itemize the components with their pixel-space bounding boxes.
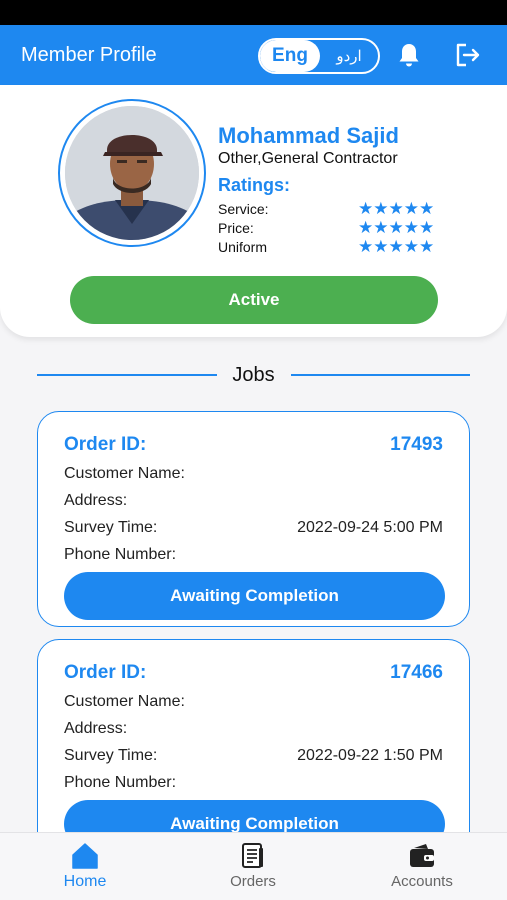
lang-urdu-option[interactable]: اردو	[320, 40, 378, 72]
orders-icon	[242, 843, 263, 868]
member-role: Other,General Contractor	[218, 150, 398, 167]
survey-time-value: 2022-09-24 5:00 PM	[297, 519, 443, 536]
phone-number-label: Phone Number:	[64, 774, 177, 791]
awaiting-completion-button[interactable]: Awaiting Completion	[64, 572, 445, 620]
bell-icon	[399, 44, 419, 67]
rating-row-uniform: Uniform ★★★★★	[218, 237, 450, 258]
notifications-button[interactable]	[397, 42, 421, 68]
rating-label: Service:	[218, 201, 269, 217]
star-rating: ★★★★★	[358, 237, 435, 256]
wallet-icon	[410, 844, 434, 867]
customer-name-label: Customer Name:	[64, 693, 185, 710]
nav-item-accounts[interactable]: Accounts	[362, 833, 482, 900]
jobs-title: Jobs	[220, 364, 287, 386]
profile-card: Mohammad Sajid Other,General Contractor …	[0, 85, 507, 337]
order-id-label: Order ID:	[64, 434, 147, 455]
ratings-title: Ratings:	[218, 175, 290, 195]
rating-label: Uniform	[218, 239, 268, 255]
avatar-frame	[58, 99, 206, 247]
address-label: Address:	[64, 720, 128, 737]
order-id-label: Order ID:	[64, 662, 147, 683]
page-title: Member Profile	[21, 44, 157, 66]
logout-icon	[456, 43, 480, 67]
star-rating: ★★★★★	[358, 199, 435, 218]
bottom-nav: Home Orders Accounts	[0, 832, 507, 900]
rating-label: Price:	[218, 220, 254, 236]
language-toggle[interactable]: Eng اردو	[258, 38, 380, 74]
home-icon	[72, 843, 98, 869]
nav-label-orders: Orders	[230, 873, 276, 890]
nav-label-home: Home	[63, 873, 107, 890]
app-bar: Member Profile Eng اردو	[0, 25, 507, 85]
status-bar	[0, 0, 507, 25]
logout-button[interactable]	[455, 42, 481, 68]
job-card[interactable]: Order ID: 17466 Customer Name: Address: …	[37, 639, 470, 855]
nav-label-accounts: Accounts	[391, 873, 453, 890]
member-name: Mohammad Sajid	[218, 123, 399, 148]
active-status-button[interactable]: Active	[70, 276, 438, 324]
customer-name-label: Customer Name:	[64, 465, 185, 482]
jobs-section-header: Jobs	[37, 362, 470, 388]
nav-item-orders[interactable]: Orders	[193, 833, 313, 900]
avatar	[65, 106, 199, 240]
lang-english-option[interactable]: Eng	[260, 40, 320, 72]
order-id-value: 17493	[390, 434, 443, 455]
order-id-value: 17466	[390, 662, 443, 683]
survey-time-value: 2022-09-22 1:50 PM	[297, 747, 443, 764]
address-label: Address:	[64, 492, 128, 509]
phone-number-label: Phone Number:	[64, 546, 177, 563]
star-rating: ★★★★★	[358, 218, 435, 237]
survey-time-label: Survey Time:	[64, 747, 158, 764]
job-card[interactable]: Order ID: 17493 Customer Name: Address: …	[37, 411, 470, 627]
survey-time-label: Survey Time:	[64, 519, 158, 536]
nav-item-home[interactable]: Home	[25, 833, 145, 900]
